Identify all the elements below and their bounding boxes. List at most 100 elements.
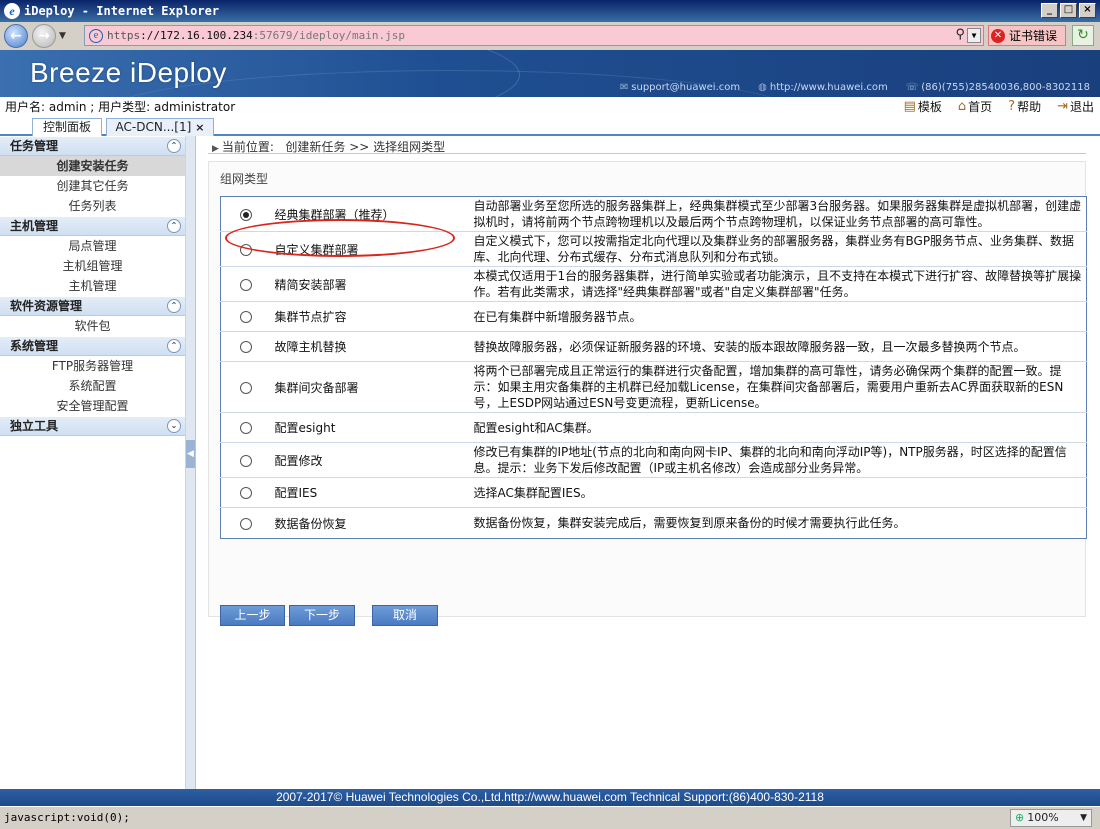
back-button[interactable]: ← [4, 24, 28, 48]
sidebar-item-task-list[interactable]: 任务列表 [0, 196, 185, 216]
collapse-icon[interactable]: ⌃ [167, 339, 181, 353]
url-path: :57679/ideploy/main.jsp [252, 29, 406, 42]
collapse-icon[interactable]: ⌃ [167, 139, 181, 153]
status-text: javascript:void(0); [4, 811, 130, 824]
app-title: Breeze iDeploy [30, 57, 227, 88]
logout-icon: ⇥ [1057, 99, 1068, 114]
mail-icon: ✉ [619, 82, 629, 93]
address-dropdown-icon[interactable]: ▼ [967, 28, 981, 43]
search-icon[interactable]: ⚲ [955, 27, 965, 42]
certificate-error-icon: ✕ [991, 28, 1005, 43]
app-banner: Breeze iDeploy ✉ support@huawei.com ◍ http… [0, 50, 1100, 97]
home-icon: ⌂ [957, 99, 967, 114]
template-link[interactable]: ▤ 模板 [904, 98, 942, 115]
sidebar: 任务管理 ⌃ 创建安装任务 创建其它任务 任务列表 主机管理 ⌃ 局点管理 主机… [0, 136, 186, 789]
window-title: iDeploy - Internet Explorer [24, 4, 220, 18]
user-info: 用户名: admin ; 用户类型: administrator [5, 100, 236, 114]
tab-ac-dcn[interactable]: AC-DCN...[1] × [106, 118, 214, 136]
sidebar-section-task-management[interactable]: 任务管理 ⌃ [0, 136, 185, 156]
sidebar-section-host-management[interactable]: 主机管理 ⌃ [0, 216, 185, 236]
logout-link[interactable]: ⇥ 退出 [1057, 98, 1094, 115]
option-row[interactable]: 配置修改 修改已有集群的IP地址(节点的北向和南向网卡IP、集群的北向和南向浮动… [220, 442, 1087, 478]
prev-button[interactable]: 上一步 [220, 605, 285, 626]
expand-icon[interactable]: ⌄ [167, 419, 181, 433]
radio-disaster-recovery[interactable] [239, 381, 252, 394]
zoom-dropdown-icon[interactable]: ▼ [1080, 810, 1087, 826]
page-icon: e [89, 28, 103, 43]
maximize-button[interactable]: □ [1060, 3, 1077, 18]
sidebar-section-software-resources[interactable]: 软件资源管理 ⌃ [0, 296, 185, 316]
history-dropdown-icon[interactable]: ▼ [59, 31, 66, 41]
option-row[interactable]: 精简安装部署 本模式仅适用于1台的服务器集群，进行简单实验或者功能演示，且不支持… [220, 266, 1087, 302]
window-titlebar: e iDeploy - Internet Explorer _ □ × [0, 0, 1100, 22]
zoom-icon: ⊕ [1015, 811, 1025, 824]
option-row[interactable]: 故障主机替换 替换故障服务器，必须保证新服务器的环境、安装的版本跟故障服务器一致… [220, 331, 1087, 362]
top-links: ▤ 模板 ⌂ 首页 ? 帮助 ⇥ 退出 [904, 98, 1094, 115]
breadcrumb-path: 创建新任务 >> 选择组网类型 [285, 140, 446, 154]
banner-contact-info: ✉ support@huawei.com ◍ http://www.huawei.c… [620, 82, 1090, 93]
tab-control-panel[interactable]: 控制面板 [32, 118, 102, 136]
main-content: ▶ 当前位置: 创建新任务 >> 选择组网类型 组网类型 经典集群部署（推荐） 自… [196, 136, 1100, 789]
url-host: ://172.16.100.234 [140, 29, 253, 42]
option-row[interactable]: 配置IES 选择AC集群配置IES。 [220, 477, 1087, 508]
radio-faulty-host-replace[interactable] [239, 341, 252, 353]
sidebar-item-site-management[interactable]: 局点管理 [0, 236, 185, 256]
browser-toolbar: ← → ▼ e https ://172.16.100.234 :57679/i… [0, 22, 1100, 50]
sidebar-item-create-install-task[interactable]: 创建安装任务 [0, 156, 185, 176]
radio-cluster-expansion[interactable] [239, 311, 252, 323]
address-bar[interactable]: e https ://172.16.100.234 :57679/ideploy… [84, 25, 984, 46]
window-controls: _ □ × [1041, 3, 1096, 18]
website-link[interactable]: ◍ http://www.huawei.com [758, 82, 888, 93]
next-button[interactable]: 下一步 [289, 605, 355, 626]
sidebar-item-host-group-management[interactable]: 主机组管理 [0, 256, 185, 276]
ie-logo-icon: e [4, 3, 20, 19]
sidebar-section-system-management[interactable]: 系统管理 ⌃ [0, 336, 185, 356]
sidebar-section-standalone-tools[interactable]: 独立工具 ⌄ [0, 416, 185, 436]
collapse-sidebar-icon[interactable]: ◀ [186, 440, 195, 468]
sidebar-item-create-other-task[interactable]: 创建其它任务 [0, 176, 185, 196]
phone-icon: ☏ [905, 82, 919, 93]
radio-config-esight[interactable] [239, 422, 252, 434]
refresh-button[interactable]: ↻ [1072, 25, 1094, 46]
sidebar-item-security-config[interactable]: 安全管理配置 [0, 396, 185, 416]
zoom-control[interactable]: ⊕ 100% ▼ [1010, 809, 1092, 827]
support-phone: ☏ (86)(755)28540036,800-8302118 [905, 82, 1090, 93]
option-row[interactable]: 配置esight 配置esight和AC集群。 [220, 412, 1087, 443]
cancel-button[interactable]: 取消 [372, 605, 438, 626]
browser-statusbar: javascript:void(0); ⊕ 100% ▼ [0, 806, 1100, 829]
radio-lite-install[interactable] [239, 278, 252, 291]
help-icon: ? [1008, 99, 1016, 114]
forward-button[interactable]: → [32, 24, 56, 48]
footer: 2007-2017© Huawei Technologies Co.,Ltd.h… [0, 789, 1100, 806]
divider [208, 153, 1086, 154]
sidebar-splitter[interactable]: ◀ [186, 136, 196, 789]
sidebar-item-host-management[interactable]: 主机管理 [0, 276, 185, 296]
option-row[interactable]: 数据备份恢复 数据备份恢复，集群安装完成后，需要恢复到原来备份的时候才需要执行此… [221, 508, 1087, 539]
collapse-icon[interactable]: ⌃ [167, 219, 181, 233]
user-info-bar: 用户名: admin ; 用户类型: administrator ▤ 模板 ⌂ 首页… [0, 97, 1100, 116]
web-icon: ◍ [758, 82, 767, 93]
highlight-annotation [225, 219, 455, 257]
support-email: ✉ support@huawei.com [619, 82, 741, 93]
minimize-button[interactable]: _ [1041, 3, 1058, 18]
radio-classic-cluster[interactable] [239, 208, 252, 221]
option-row[interactable]: 集群节点扩容 在已有集群中新增服务器节点。 [220, 301, 1087, 332]
radio-config-ies[interactable] [239, 487, 252, 499]
home-link[interactable]: ⌂ 首页 [958, 98, 992, 115]
url-scheme: https [107, 29, 141, 42]
radio-data-backup-restore[interactable] [239, 517, 252, 530]
sidebar-item-software-package[interactable]: 软件包 [0, 316, 185, 336]
sidebar-item-ftp-server-management[interactable]: FTP服务器管理 [0, 356, 185, 376]
panel-title: 组网类型 [220, 172, 269, 186]
template-icon: ▤ [903, 99, 916, 114]
certificate-error-label: 证书错误 [1009, 29, 1058, 43]
help-link[interactable]: ? 帮助 [1008, 98, 1041, 115]
option-row[interactable]: 集群间灾备部署 将两个已部署完成且正常运行的集群进行灾备配置，增加集群的高可靠性… [220, 361, 1087, 413]
close-button[interactable]: × [1079, 3, 1096, 18]
certificate-error-button[interactable]: ✕ 证书错误 [988, 25, 1066, 46]
sidebar-item-system-config[interactable]: 系统配置 [0, 376, 185, 396]
close-tab-icon[interactable]: × [195, 121, 204, 134]
collapse-icon[interactable]: ⌃ [167, 299, 181, 313]
radio-config-modify[interactable] [239, 454, 252, 467]
tab-bar: 控制面板 AC-DCN...[1] × [0, 116, 1100, 136]
